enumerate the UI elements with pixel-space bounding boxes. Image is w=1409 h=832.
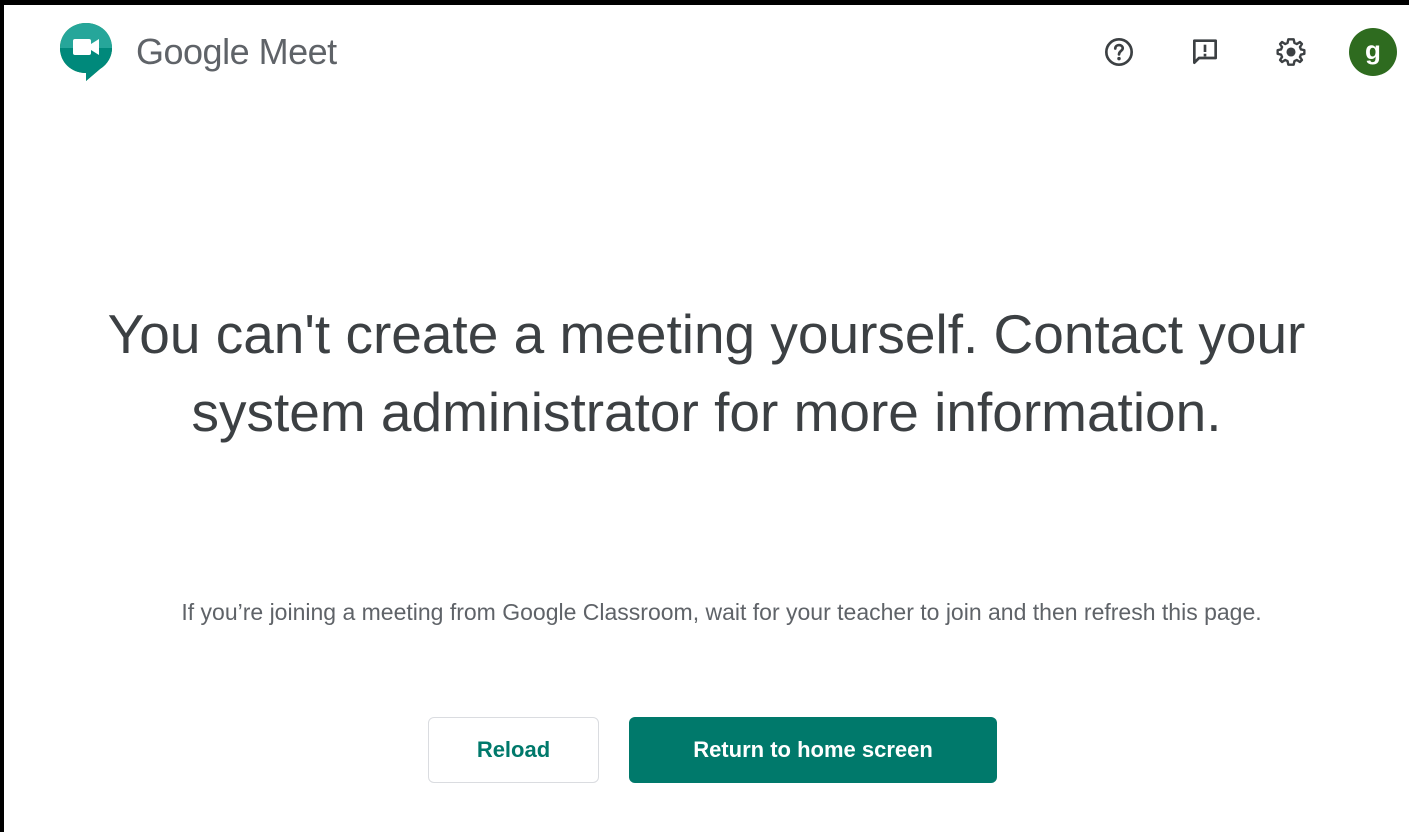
avatar[interactable]: g	[1349, 28, 1397, 76]
action-buttons: Reload Return to home screen	[4, 717, 1409, 783]
help-icon	[1103, 36, 1135, 68]
classroom-hint: If you’re joining a meeting from Google …	[181, 599, 1262, 625]
brand-title: Google Meet	[136, 31, 337, 73]
brand-google: Google	[136, 31, 250, 72]
settings-button[interactable]	[1267, 28, 1315, 76]
feedback-icon	[1189, 36, 1221, 68]
page: Google Meet g You can't create a meeting…	[0, 0, 1409, 832]
error-headline: You can't create a meeting yourself. Con…	[107, 303, 1306, 443]
feedback-button[interactable]	[1181, 28, 1229, 76]
header-actions: g	[1057, 27, 1397, 77]
top-bar: Google Meet g	[4, 5, 1409, 95]
help-button[interactable]	[1095, 28, 1143, 76]
meet-logo-icon	[58, 21, 114, 83]
brand-product: Meet	[258, 31, 338, 72]
settings-icon	[1275, 36, 1307, 68]
brand[interactable]: Google Meet	[58, 23, 337, 81]
return-home-button[interactable]: Return to home screen	[629, 717, 997, 783]
reload-button[interactable]: Reload	[428, 717, 599, 783]
